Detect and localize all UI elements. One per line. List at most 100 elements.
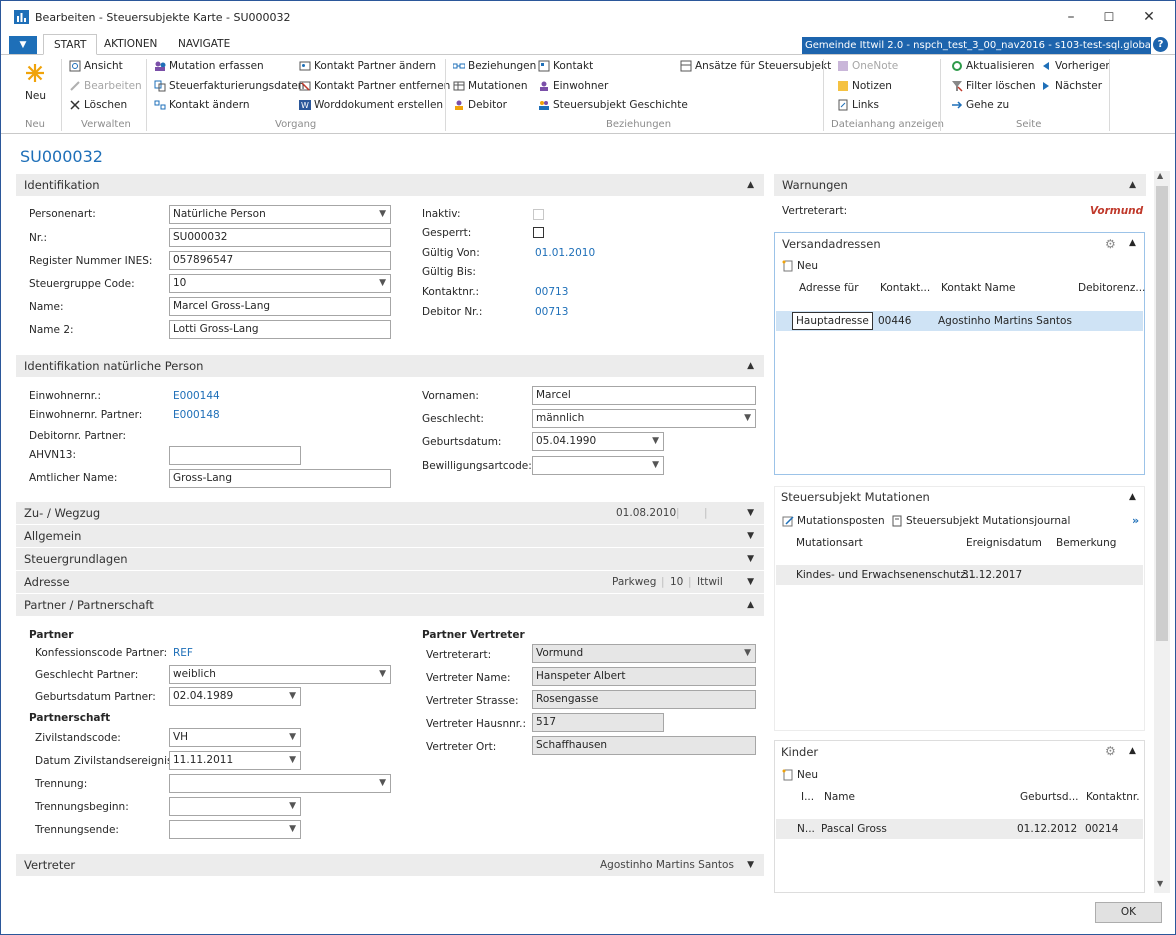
section-adresse[interactable]: Adresse Parkweg | 10 | Ittwil ▼ (16, 571, 764, 593)
vorheriger-button[interactable]: Vorheriger (1040, 60, 1110, 72)
geschlecht-partner-select[interactable]: weiblich ▼ (169, 665, 391, 684)
scrollbar-thumb[interactable] (1156, 186, 1168, 641)
chevron-up-icon[interactable]: ▲ (1129, 174, 1136, 196)
onenote-button[interactable]: OneNote (837, 60, 898, 72)
scroll-up-icon[interactable]: ▲ (1157, 171, 1163, 180)
vornamen-field[interactable]: Marcel (532, 386, 756, 405)
debitor-button[interactable]: Debitor (453, 99, 507, 111)
chevron-up-icon[interactable]: ▲ (1129, 746, 1136, 756)
chevron-up-icon[interactable]: ▲ (747, 355, 754, 377)
einwohner-button[interactable]: Einwohner (538, 80, 608, 92)
amtlicher-name-field[interactable]: Gross-Lang (169, 469, 391, 488)
tab-navigate[interactable]: NAVIGATE (178, 38, 230, 50)
column-header[interactable]: Kontaktnr. (1086, 791, 1140, 803)
app-menu-button[interactable]: ▼ (9, 36, 37, 54)
inaktiv-checkbox[interactable] (533, 209, 544, 220)
beziehungen-button[interactable]: Beziehungen (453, 60, 536, 72)
zivilstand-select[interactable]: VH ▼ (169, 728, 301, 747)
settings-gears-icon[interactable]: ⚙ (1105, 237, 1116, 251)
geschlecht-select[interactable]: männlich ▼ (532, 409, 756, 428)
maximize-button[interactable]: ☐ (1089, 5, 1129, 29)
kontakt-aendern-button[interactable]: Kontakt ändern (154, 99, 250, 111)
steuerfakturierungsdaten-button[interactable]: Steuerfakturierungsdaten (154, 80, 304, 92)
chevron-up-icon[interactable]: ▲ (747, 594, 754, 616)
scroll-down-icon[interactable]: ▼ (1157, 879, 1163, 888)
tab-aktionen[interactable]: AKTIONEN (104, 38, 157, 50)
chevron-up-icon[interactable]: ▲ (1129, 238, 1136, 248)
loeschen-button[interactable]: Löschen (69, 99, 127, 111)
section-allgemein[interactable]: Allgemein ▼ (16, 525, 764, 547)
notizen-button[interactable]: Notizen (837, 80, 892, 92)
bearbeiten-button[interactable]: Bearbeiten (69, 80, 142, 92)
factbox-warnungen[interactable]: Warnungen ▲ (774, 174, 1146, 196)
geburtsdatum-partner-field[interactable]: 02.04.1989 ▼ (169, 687, 301, 706)
column-header[interactable]: Debitorenz... (1078, 282, 1145, 294)
section-partner[interactable]: Partner / Partnerschaft ▲ (16, 594, 764, 616)
steuergruppe-select[interactable]: 10 ▼ (169, 274, 391, 293)
filter-loeschen-button[interactable]: Filter löschen (951, 80, 1036, 92)
minimize-button[interactable]: – (1051, 5, 1091, 29)
versand-neu-button[interactable]: Neu (782, 260, 818, 272)
more-actions-button[interactable]: » (1132, 514, 1139, 527)
trennungsbeginn-field[interactable]: ▼ (169, 797, 301, 816)
trennungsende-field[interactable]: ▼ (169, 820, 301, 839)
kontakt-button[interactable]: Kontakt (538, 60, 593, 72)
einwohnernr-link[interactable]: E000144 (173, 390, 220, 402)
ansaetze-button[interactable]: Ansätze für Steuersubjekt (680, 60, 831, 72)
chevron-up-icon[interactable]: ▲ (1129, 492, 1136, 502)
geburtsdatum-field[interactable]: 05.04.1990 ▼ (532, 432, 664, 451)
kontakt-partner-aendern-button[interactable]: Kontakt Partner ändern (299, 60, 436, 72)
personenart-select[interactable]: Natürliche Person ▼ (169, 205, 391, 224)
kontakt-partner-entfernen-button[interactable]: Kontakt Partner entfernen (299, 80, 450, 92)
vertreter-strasse-field[interactable]: Rosengasse (532, 690, 756, 709)
table-row[interactable]: Kindes- und Erwachsenenschutz... 31.12.2… (776, 565, 1143, 585)
vertical-scrollbar[interactable]: ▲ ▼ (1154, 171, 1170, 893)
column-header[interactable]: I... (801, 791, 814, 803)
ahvn13-field[interactable] (169, 446, 301, 465)
name-field[interactable]: Marcel Gross-Lang (169, 297, 391, 316)
help-icon[interactable]: ? (1153, 37, 1168, 52)
bewilligung-select[interactable]: ▼ (532, 456, 664, 475)
table-row[interactable]: Hauptadresse 00446 Agostinho Martins San… (776, 311, 1143, 331)
debitornr-link[interactable]: 00713 (535, 306, 568, 318)
vertreter-hausnr-field[interactable]: 517 (532, 713, 664, 732)
table-row[interactable]: N... Pascal Gross 01.12.2012 00214 (776, 819, 1143, 839)
konfession-link[interactable]: REF (173, 647, 193, 659)
ines-field[interactable]: 057896547 (169, 251, 391, 270)
column-header[interactable]: Ereignisdatum (966, 537, 1042, 549)
ansicht-button[interactable]: Ansicht (69, 60, 123, 72)
column-header[interactable]: Name (824, 791, 855, 803)
datum-zivilstand-field[interactable]: 11.11.2011 ▼ (169, 751, 301, 770)
section-vertreter[interactable]: Vertreter Agostinho Martins Santos ▼ (16, 854, 764, 876)
chevron-down-icon[interactable]: ▼ (747, 548, 754, 570)
mutationsposten-button[interactable]: Mutationsposten (782, 515, 885, 527)
settings-gears-icon[interactable]: ⚙ (1105, 744, 1116, 758)
vertreter-name-field[interactable]: Hanspeter Albert (532, 667, 756, 686)
chevron-down-icon[interactable]: ▼ (747, 525, 754, 547)
nr-field[interactable]: SU000032 (169, 228, 391, 247)
geschichte-button[interactable]: Steuersubjekt Geschichte (538, 99, 688, 111)
gesperrt-checkbox[interactable] (533, 227, 544, 238)
trennung-select[interactable]: ▼ (169, 774, 391, 793)
gueltig-von-value[interactable]: 01.01.2010 (535, 247, 595, 259)
kontaktnr-link[interactable]: 00713 (535, 286, 568, 298)
column-header[interactable]: Adresse für (799, 282, 859, 294)
ok-button[interactable]: OK (1095, 902, 1162, 923)
aktualisieren-button[interactable]: Aktualisieren (951, 60, 1034, 72)
name2-field[interactable]: Lotti Gross-Lang (169, 320, 391, 339)
column-header[interactable]: Kontakt Name (941, 282, 1016, 294)
section-identifikation[interactable]: Identifikation ▲ (16, 174, 764, 196)
column-header[interactable]: Kontakt... (880, 282, 930, 294)
mutationen-button[interactable]: Mutationen (453, 80, 528, 92)
column-header[interactable]: Bemerkung (1056, 537, 1116, 549)
section-natuerliche-person[interactable]: Identifikation natürliche Person ▲ (16, 355, 764, 377)
kinder-neu-button[interactable]: Neu (782, 769, 818, 781)
mutationsjournal-button[interactable]: Steuersubjekt Mutationsjournal (891, 515, 1070, 527)
vertreter-ort-field[interactable]: Schaffhausen (532, 736, 756, 755)
mutation-erfassen-button[interactable]: Mutation erfassen (154, 60, 264, 72)
links-button[interactable]: Links (837, 99, 879, 111)
gehe-zu-button[interactable]: Gehe zu (951, 99, 1009, 111)
chevron-down-icon[interactable]: ▼ (747, 571, 754, 593)
chevron-up-icon[interactable]: ▲ (747, 174, 754, 196)
neu-button[interactable]: Neu (17, 61, 53, 111)
